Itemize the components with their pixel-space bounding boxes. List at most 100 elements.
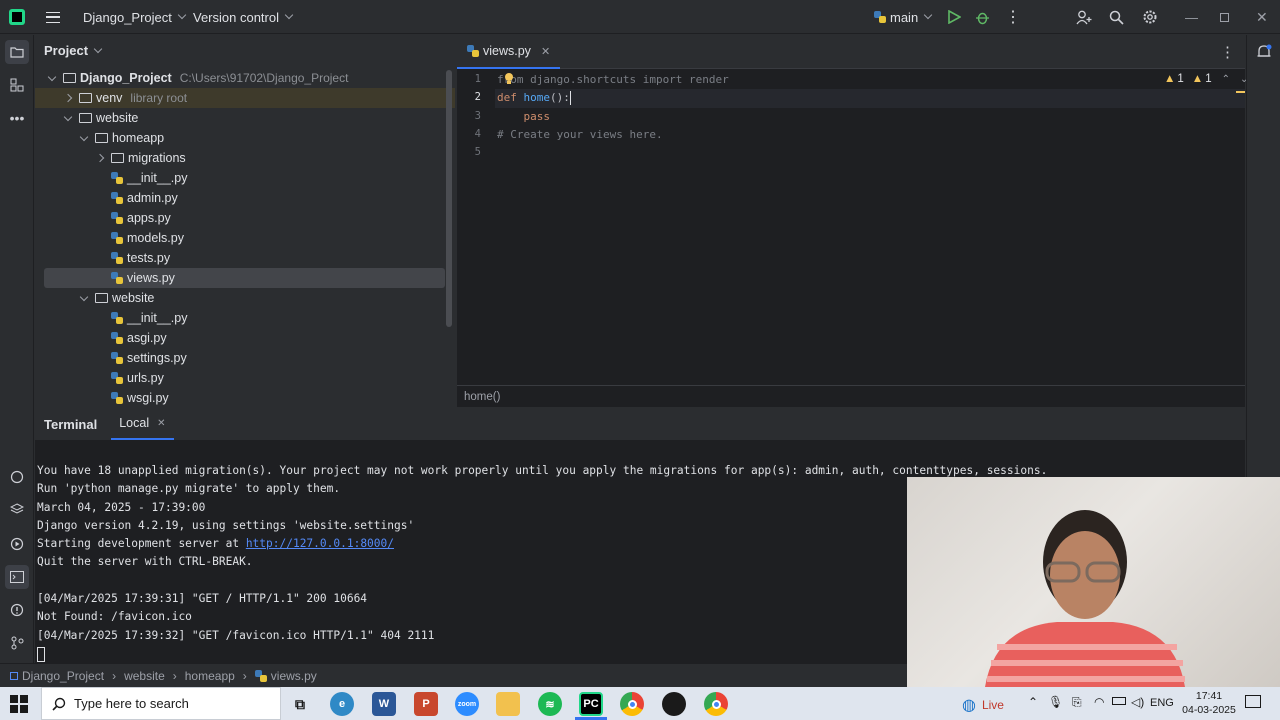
chevron-up-icon[interactable]: ⌃ bbox=[1028, 695, 1038, 709]
notification-center-icon[interactable] bbox=[1245, 695, 1261, 708]
tab-views-py[interactable]: views.py ✕ bbox=[457, 35, 561, 69]
spotify-icon[interactable]: ≋ bbox=[538, 692, 562, 716]
webcam-overlay bbox=[907, 477, 1280, 687]
services-icon[interactable] bbox=[5, 532, 29, 556]
chrome-profile-icon[interactable] bbox=[704, 692, 728, 716]
close-icon[interactable]: ✕ bbox=[1256, 0, 1268, 34]
tree-file[interactable]: admin.py bbox=[111, 188, 178, 208]
library-root-tag: library root bbox=[130, 91, 188, 105]
code-line-3[interactable]: pass bbox=[497, 110, 550, 123]
close-tab-icon[interactable]: ✕ bbox=[541, 45, 550, 58]
warning-stripe-marker[interactable] bbox=[1236, 91, 1245, 93]
tree-file[interactable]: wsgi.py bbox=[111, 388, 169, 408]
more-tools-icon[interactable]: ••• bbox=[5, 106, 29, 130]
more-actions-icon[interactable]: ⋮ bbox=[1005, 0, 1021, 34]
structure-icon[interactable] bbox=[5, 73, 29, 97]
server-url-link[interactable]: http://127.0.0.1:8000/ bbox=[246, 537, 394, 550]
debug-button[interactable] bbox=[975, 0, 990, 34]
recorder-icon[interactable] bbox=[662, 692, 686, 716]
battery-icon[interactable] bbox=[1112, 697, 1126, 705]
tree-file[interactable]: settings.py bbox=[111, 348, 187, 368]
tree-root-django-project[interactable]: Django_Project C:\Users\91702\Django_Proj… bbox=[45, 68, 348, 88]
run-config-selector[interactable]: main bbox=[874, 0, 933, 34]
tree-file[interactable]: __init__.py bbox=[111, 168, 187, 188]
python-console-icon[interactable] bbox=[5, 465, 29, 489]
code-line-2[interactable]: def home(): bbox=[497, 91, 570, 104]
tree-item-homeapp[interactable]: homeapp bbox=[77, 128, 164, 148]
project-panel-header[interactable]: Project bbox=[44, 43, 103, 58]
tree-file[interactable]: asgi.py bbox=[111, 328, 167, 348]
tab-options-icon[interactable]: ⋮ bbox=[1220, 43, 1235, 61]
run-button[interactable] bbox=[947, 0, 961, 34]
chevron-up-icon[interactable]: ⌃ bbox=[1222, 74, 1230, 85]
python-file-icon bbox=[111, 212, 123, 224]
problems-icon[interactable] bbox=[5, 598, 29, 622]
breadcrumb-item[interactable]: views.py bbox=[271, 669, 317, 683]
terminal-line: You have 18 unapplied migration(s). Your… bbox=[37, 464, 1048, 477]
code-line-1[interactable]: from django.shortcuts import render bbox=[497, 73, 729, 86]
word-icon[interactable]: W bbox=[372, 692, 396, 716]
windows-start-icon[interactable] bbox=[10, 695, 28, 716]
wifi-icon[interactable]: ◠ bbox=[1094, 695, 1104, 709]
pycharm-icon[interactable]: PC bbox=[579, 692, 603, 716]
clock[interactable]: 17:41 04-03-2025 bbox=[1178, 689, 1240, 717]
lightbulb-icon[interactable] bbox=[504, 72, 514, 85]
weather-widget[interactable]: ◍ Live bbox=[962, 695, 1004, 715]
windows-taskbar: Type here to search ⧉ e W P zoom ≋ PC ◍ L… bbox=[0, 687, 1280, 720]
tree-file[interactable]: urls.py bbox=[111, 368, 164, 388]
inspection-widget[interactable]: ▲ 1 ▲ 1 ⌃ ⌄ bbox=[1164, 73, 1248, 85]
file-explorer-icon[interactable] bbox=[496, 692, 520, 716]
taskbar-search-box[interactable]: Type here to search bbox=[41, 687, 281, 720]
layers-icon[interactable] bbox=[5, 498, 29, 522]
main-menu-icon[interactable] bbox=[46, 0, 60, 34]
chrome-icon[interactable] bbox=[620, 692, 644, 716]
tree-file[interactable]: tests.py bbox=[111, 248, 170, 268]
breadcrumb-item[interactable]: homeapp bbox=[185, 669, 235, 683]
terminal-icon[interactable] bbox=[5, 565, 29, 589]
tab-label: views.py bbox=[483, 44, 531, 58]
tree-item-website-package[interactable]: website bbox=[77, 288, 154, 308]
editor-tab-bar: views.py ✕ ⋮ bbox=[457, 35, 1245, 69]
tree-item-venv[interactable]: venv library root bbox=[35, 88, 455, 108]
breadcrumb-item[interactable]: website bbox=[124, 669, 165, 683]
settings-gear-icon[interactable] bbox=[1142, 0, 1158, 34]
git-icon[interactable] bbox=[5, 631, 29, 655]
tab-local[interactable]: Local ✕ bbox=[111, 408, 174, 440]
search-icon[interactable] bbox=[1109, 0, 1124, 34]
current-line-highlight bbox=[495, 89, 1245, 108]
code-line-4[interactable]: # Create your views here. bbox=[497, 128, 663, 141]
python-file-icon bbox=[111, 392, 123, 404]
breadcrumb-item[interactable]: Django_Project bbox=[22, 669, 104, 683]
tree-file[interactable]: __init__.py bbox=[111, 308, 187, 328]
tree-file-selected[interactable]: views.py bbox=[44, 268, 445, 288]
volume-icon[interactable]: ◁) bbox=[1131, 695, 1144, 709]
tree-item-website[interactable]: website bbox=[61, 108, 138, 128]
terminal-prompt-cursor bbox=[37, 646, 45, 662]
edge-browser-icon[interactable]: e bbox=[330, 692, 354, 716]
chevron-down-icon bbox=[63, 112, 73, 121]
close-tab-icon[interactable]: ✕ bbox=[157, 418, 165, 429]
editor-breadcrumb[interactable]: home() bbox=[457, 385, 1245, 407]
project-folder-icon[interactable] bbox=[5, 40, 29, 64]
tree-item-migrations[interactable]: migrations bbox=[93, 148, 186, 168]
tree-file[interactable]: models.py bbox=[111, 228, 184, 248]
scrollbar[interactable] bbox=[446, 70, 452, 327]
minimize-icon[interactable]: — bbox=[1185, 0, 1198, 34]
python-file-icon bbox=[111, 252, 123, 264]
vcs-menu[interactable]: Version control bbox=[193, 0, 294, 34]
add-user-icon[interactable] bbox=[1076, 0, 1092, 34]
microphone-icon[interactable]: 🎙 bbox=[1048, 695, 1063, 709]
notifications-bell-icon[interactable] bbox=[1256, 44, 1272, 63]
task-view-icon[interactable]: ⧉ bbox=[288, 692, 312, 716]
tree-file[interactable]: apps.py bbox=[111, 208, 171, 228]
chevron-down-icon bbox=[284, 10, 294, 20]
restore-icon[interactable] bbox=[1220, 0, 1229, 34]
zoom-icon[interactable]: zoom bbox=[455, 692, 479, 716]
app-logo-icon[interactable] bbox=[9, 0, 25, 34]
project-selector[interactable]: Django_Project bbox=[83, 0, 187, 34]
powerpoint-icon[interactable]: P bbox=[414, 692, 438, 716]
project-name: Django_Project bbox=[83, 9, 172, 25]
language-indicator[interactable]: ENG bbox=[1150, 697, 1174, 709]
camera-icon[interactable]: ⎘ bbox=[1072, 695, 1082, 710]
terminal-output[interactable]: You have 18 unapplied migration(s). Your… bbox=[37, 462, 1047, 662]
